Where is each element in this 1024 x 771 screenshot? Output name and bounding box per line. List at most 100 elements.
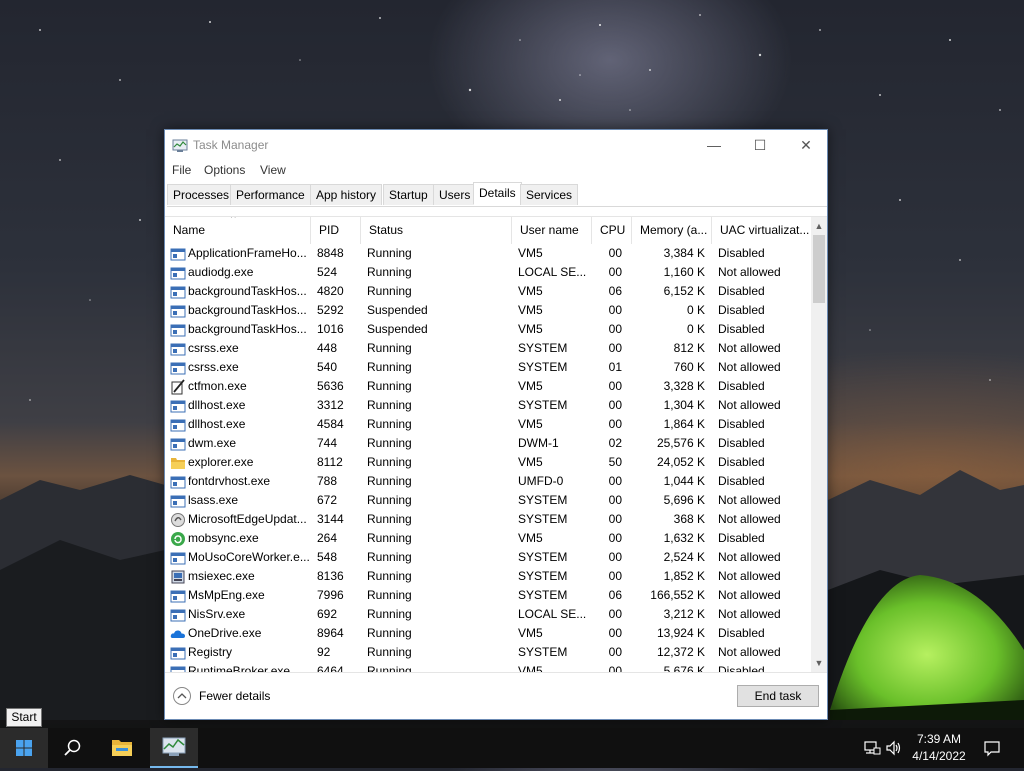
table-row[interactable]: dllhost.exe 4584 Running VM5 00 1,864 K Disabl… bbox=[165, 415, 811, 434]
table-row[interactable]: dllhost.exe 3312 Running SYSTEM 00 1,304 K Not… bbox=[165, 396, 811, 415]
cell-pid: 672 bbox=[317, 493, 338, 507]
start-button[interactable] bbox=[0, 728, 48, 768]
table-row[interactable]: msiexec.exe 8136 Running SYSTEM 00 1,852 K Not… bbox=[165, 567, 811, 586]
notifications-icon[interactable] bbox=[982, 738, 1002, 758]
table-row[interactable]: MicrosoftEdgeUpdat... 3144 Running SYSTEM 00… bbox=[165, 510, 811, 529]
window-title: Task Manager bbox=[193, 138, 269, 152]
end-task-button[interactable]: End task bbox=[737, 685, 819, 707]
cell-memory: 1,864 K bbox=[663, 417, 705, 431]
column-header-status[interactable]: Status bbox=[361, 217, 512, 244]
table-row[interactable]: fontdrvhost.exe 788 Running UMFD-0 00 1,044 K… bbox=[165, 472, 811, 491]
maximize-button[interactable]: ☐ bbox=[737, 130, 783, 160]
cell-user: VM5 bbox=[518, 284, 543, 298]
cell-uac: Disabled bbox=[718, 303, 765, 317]
clock-time: 7:39 AM bbox=[916, 732, 962, 746]
table-row[interactable]: lsass.exe 672 Running SYSTEM 00 5,696 K Not al… bbox=[165, 491, 811, 510]
table-row[interactable]: ApplicationFrameHo... 8848 Running VM5 00 3,3… bbox=[165, 244, 811, 263]
table-row[interactable]: MoUsoCoreWorker.e... 548 Running SYSTEM 00 2,… bbox=[165, 548, 811, 567]
cell-user: SYSTEM bbox=[518, 550, 568, 564]
cell-status: Running bbox=[367, 341, 412, 355]
cell-memory: 24,052 K bbox=[656, 455, 705, 469]
table-row[interactable]: backgroundTaskHos... 1016 Suspended VM5 00 0 … bbox=[165, 320, 811, 339]
close-button[interactable]: ✕ bbox=[783, 130, 829, 160]
column-header-memory[interactable]: Memory (a... bbox=[632, 217, 712, 244]
scroll-up-arrow-icon[interactable]: ▲ bbox=[811, 219, 827, 233]
cell-name: fontdrvhost.exe bbox=[188, 474, 271, 488]
cell-uac: Not allowed bbox=[718, 341, 781, 355]
table-row[interactable]: csrss.exe 540 Running SYSTEM 01 760 K Not allo… bbox=[165, 358, 811, 377]
table-row[interactable]: backgroundTaskHos... 5292 Suspended VM5 00 0 … bbox=[165, 301, 811, 320]
scrollbar-thumb[interactable] bbox=[813, 235, 825, 303]
table-row[interactable]: audiodg.exe 524 Running LOCAL SE... 00 1,160 … bbox=[165, 263, 811, 282]
cell-user: LOCAL SE... bbox=[518, 265, 587, 279]
edge-update-icon bbox=[170, 512, 186, 528]
vertical-scrollbar[interactable]: ▲ ▼ bbox=[811, 217, 827, 672]
cell-user: DWM-1 bbox=[518, 436, 559, 450]
cell-pid: 4820 bbox=[317, 284, 344, 298]
taskbar-file-explorer[interactable] bbox=[98, 728, 146, 768]
cell-status: Running bbox=[367, 265, 412, 279]
table-row[interactable]: mobsync.exe 264 Running VM5 00 1,632 K Disable… bbox=[165, 529, 811, 548]
search-button[interactable] bbox=[48, 728, 96, 768]
window-app-icon bbox=[170, 436, 186, 452]
cell-user: VM5 bbox=[518, 379, 543, 393]
cell-user: VM5 bbox=[518, 531, 543, 545]
network-icon[interactable] bbox=[862, 738, 882, 758]
window-app-icon bbox=[170, 417, 186, 433]
cell-pid: 8964 bbox=[317, 626, 344, 640]
table-row[interactable]: ctfmon.exe 5636 Running VM5 00 3,328 K Disable… bbox=[165, 377, 811, 396]
table-row[interactable]: RuntimeBroker.exe 6464 Running VM5 00 5,676 K… bbox=[165, 662, 811, 672]
tab-processes[interactable]: Processes bbox=[167, 184, 236, 205]
table-row[interactable]: dwm.exe 744 Running DWM-1 02 25,576 K Disabled bbox=[165, 434, 811, 453]
menu-options[interactable]: Options bbox=[204, 163, 245, 177]
cell-uac: Not allowed bbox=[718, 569, 781, 583]
column-header-cpu[interactable]: CPU bbox=[592, 217, 632, 244]
table-row[interactable]: csrss.exe 448 Running SYSTEM 00 812 K Not allo… bbox=[165, 339, 811, 358]
cell-user: VM5 bbox=[518, 664, 543, 672]
tab-startup[interactable]: Startup bbox=[383, 184, 434, 205]
table-row[interactable]: OneDrive.exe 8964 Running VM5 00 13,924 K Disa… bbox=[165, 624, 811, 643]
tab-details[interactable]: Details bbox=[473, 182, 522, 205]
cell-name: MicrosoftEdgeUpdat... bbox=[188, 512, 307, 526]
tab-performance[interactable]: Performance bbox=[230, 184, 311, 205]
tab-users[interactable]: Users bbox=[433, 184, 477, 205]
volume-icon[interactable] bbox=[884, 738, 904, 758]
table-row[interactable]: Registry 92 Running SYSTEM 00 12,372 K Not all… bbox=[165, 643, 811, 662]
table-row[interactable]: backgroundTaskHos... 4820 Running VM5 06 6,15… bbox=[165, 282, 811, 301]
tab-app-history[interactable]: App history bbox=[310, 184, 383, 205]
task-manager-icon bbox=[162, 737, 186, 756]
cell-pid: 8848 bbox=[317, 246, 344, 260]
cell-uac: Not allowed bbox=[718, 493, 781, 507]
table-row[interactable]: MsMpEng.exe 7996 Running SYSTEM 06 166,552 K N… bbox=[165, 586, 811, 605]
table-row[interactable]: explorer.exe 8112 Running VM5 50 24,052 K Disa… bbox=[165, 453, 811, 472]
chevron-up-circle-icon bbox=[173, 687, 191, 705]
installer-icon bbox=[170, 569, 186, 585]
column-header-row: ^ Name PID Status User name CPU Memory (… bbox=[165, 217, 811, 244]
system-clock[interactable]: 7:39 AM 4/14/2022 bbox=[904, 731, 974, 765]
cell-cpu: 00 bbox=[608, 246, 622, 260]
cell-name: dllhost.exe bbox=[188, 398, 246, 412]
taskbar-task-manager[interactable] bbox=[150, 728, 198, 768]
minimize-button[interactable]: — bbox=[691, 130, 737, 160]
column-header-uac[interactable]: UAC virtualizat... bbox=[712, 217, 811, 244]
scroll-down-arrow-icon[interactable]: ▼ bbox=[811, 656, 827, 670]
menu-file[interactable]: File bbox=[172, 163, 191, 177]
column-header-user[interactable]: User name bbox=[512, 217, 592, 244]
cell-name: backgroundTaskHos... bbox=[188, 284, 307, 298]
task-manager-window: Task Manager — ☐ ✕ File Options View Pro… bbox=[164, 129, 828, 720]
cell-cpu: 00 bbox=[608, 493, 622, 507]
cell-cpu: 00 bbox=[608, 379, 622, 393]
column-header-pid[interactable]: PID bbox=[311, 217, 361, 244]
cell-uac: Disabled bbox=[718, 455, 765, 469]
cell-memory: 0 K bbox=[686, 322, 705, 336]
menu-view[interactable]: View bbox=[260, 163, 286, 177]
cell-user: SYSTEM bbox=[518, 341, 568, 355]
table-row[interactable]: NisSrv.exe 692 Running LOCAL SE... 00 3,212 K… bbox=[165, 605, 811, 624]
start-tooltip: Start bbox=[6, 708, 42, 727]
tab-services[interactable]: Services bbox=[520, 184, 579, 205]
column-header-name[interactable]: ^ Name bbox=[165, 217, 311, 244]
title-bar[interactable]: Task Manager — ☐ ✕ bbox=[165, 130, 827, 160]
cell-name: dllhost.exe bbox=[188, 417, 246, 431]
cell-pid: 744 bbox=[317, 436, 338, 450]
cell-status: Running bbox=[367, 626, 412, 640]
